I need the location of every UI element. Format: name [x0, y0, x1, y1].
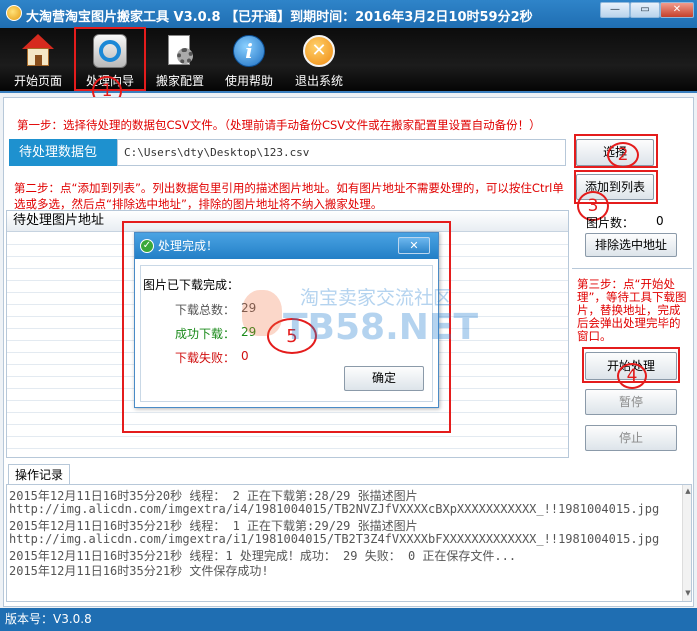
success-downloads-label: 成功下载：	[175, 327, 236, 341]
home-icon	[21, 34, 55, 68]
toolbar-exit[interactable]: ✕ 退出系统	[287, 30, 351, 90]
log-scrollbar[interactable]: ▲ ▼	[682, 485, 691, 601]
log-line: 2015年12月11日16时35分21秒 文件保存成功!	[9, 564, 269, 578]
status-bar: 版本号：V3.0.8	[0, 608, 697, 631]
failed-downloads-value: 0	[241, 349, 249, 363]
log-line: http://img.alicdn.com/imgextra/i4/198100…	[9, 502, 660, 516]
side-divider	[572, 268, 692, 269]
dialog-heading: 图片已下载完成：	[143, 278, 240, 292]
list-row	[7, 437, 568, 449]
info-icon: i	[232, 34, 266, 68]
tab-operation-log[interactable]: 操作记录	[8, 464, 70, 485]
step1-instruction: 第一步：选择待处理的数据包CSV文件。（处理前请手动备份CSV文件或在搬家配置里…	[17, 118, 541, 132]
toolbar-exit-label: 退出系统	[294, 74, 343, 88]
toolbar-start-page[interactable]: 开始页面	[6, 30, 70, 90]
success-check-icon: ✓	[140, 239, 154, 253]
image-count-value: 0	[656, 214, 664, 228]
maximize-button[interactable]: ▭	[630, 2, 660, 18]
step3-instruction: 第三步：点“开始处理”，等待工具下载图片，替换地址，完成后会弹出处理完毕的窗口。	[577, 277, 687, 343]
scroll-up-icon[interactable]: ▲	[684, 487, 691, 495]
total-downloads-label: 下载总数：	[175, 303, 236, 317]
toolbar-start-page-label: 开始页面	[13, 74, 62, 88]
pause-button[interactable]: 暂停	[585, 389, 677, 415]
log-line: http://img.alicdn.com/imgextra/i1/198100…	[9, 532, 660, 546]
exit-icon: ✕	[302, 34, 336, 68]
settings-icon	[163, 34, 197, 68]
annotation-number-4: 4	[617, 363, 647, 389]
close-button[interactable]: ✕	[660, 2, 694, 18]
dialog-title: 处理完成！	[158, 239, 219, 253]
dialog-ok-button[interactable]: 确定	[344, 366, 424, 391]
image-count-label: 图片数：	[586, 216, 635, 230]
version-label: 版本号：V3.0.8	[5, 612, 92, 626]
toolbar-config-label: 搬家配置	[155, 74, 204, 88]
stop-button[interactable]: 停止	[585, 425, 677, 451]
app-logo-icon	[6, 5, 22, 21]
toolbar-help[interactable]: i 使用帮助	[217, 30, 281, 90]
failed-downloads-label: 下载失败：	[175, 351, 236, 365]
exclude-selected-button[interactable]: 排除选中地址	[585, 233, 677, 257]
annotation-number-2: 2	[607, 142, 639, 168]
operation-log: 2015年12月11日16时35分20秒 线程： 2 正在下载第:28/29 张…	[6, 484, 692, 602]
toolbar-help-label: 使用帮助	[224, 74, 273, 88]
title-bar: 大淘营淘宝图片搬家工具 V3.0.8 【已开通】到期时间：2016年3月2日10…	[0, 0, 697, 28]
window-title: 大淘营淘宝图片搬家工具 V3.0.8 【已开通】到期时间：2016年3月2日10…	[26, 10, 533, 25]
minimize-button[interactable]: —	[600, 2, 630, 18]
watermark-hand-icon	[242, 290, 282, 336]
csv-path-input[interactable]: C:\Users\dty\Desktop\123.csv	[117, 139, 566, 166]
dialog-close-button[interactable]: ✕	[398, 237, 430, 254]
data-package-label: 待处理数据包	[9, 139, 117, 166]
toolbar-config[interactable]: 搬家配置	[148, 30, 212, 90]
dialog-title-bar: ✓ 处理完成！ ✕	[135, 233, 438, 259]
scroll-down-icon[interactable]: ▼	[684, 589, 691, 597]
step2-instruction: 第二步：点“添加到列表”。列出数据包里引用的描述图片地址。如有图片地址不需要处理…	[14, 181, 564, 211]
